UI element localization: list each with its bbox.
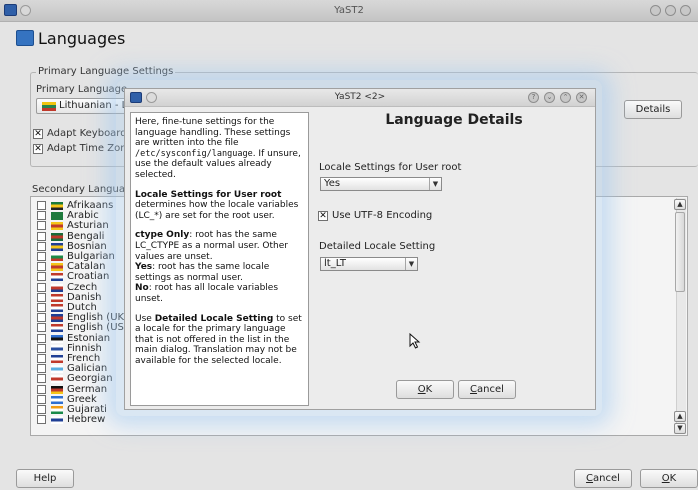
flag-icon — [51, 273, 63, 282]
flag-icon — [51, 406, 63, 414]
flag-icon — [51, 334, 63, 343]
language-checkbox[interactable] — [37, 333, 46, 343]
language-checkbox[interactable] — [37, 231, 46, 241]
help-text: : root has all locale variables unset. — [135, 283, 279, 304]
language-checkbox[interactable] — [37, 415, 46, 425]
locale-root-combo[interactable]: Yes ▼ — [320, 177, 442, 191]
help-window-icon[interactable]: ? — [528, 92, 539, 103]
language-checkbox[interactable] — [37, 394, 46, 404]
help-term: ctype Only — [135, 230, 190, 241]
help-text: Here, fine-tune settings for the languag… — [135, 117, 291, 149]
language-checkbox[interactable] — [37, 241, 46, 251]
dialog-cancel-button[interactable]: Cancel — [458, 380, 516, 399]
help-text: determines how the locale variables (LC_… — [135, 200, 299, 221]
primary-language-label: Primary Language — [36, 84, 128, 95]
flag-icon — [51, 304, 63, 312]
scroll-up-icon[interactable]: ▲ — [674, 199, 686, 210]
help-term: Locale Settings for User root — [135, 189, 282, 200]
flag-icon — [51, 344, 63, 353]
dialog-heading: Language Details — [385, 112, 523, 128]
scroll-up-icon[interactable]: ▲ — [674, 411, 686, 422]
flag-icon — [51, 416, 63, 425]
primary-group-label: Primary Language Settings — [36, 66, 176, 77]
locale-root-value: Yes — [324, 178, 341, 189]
flag-icon — [51, 324, 63, 333]
mouse-pointer-icon — [409, 333, 421, 349]
flag-icon — [51, 385, 63, 394]
window-title: YaST2 — [334, 5, 364, 16]
language-checkbox[interactable] — [37, 252, 46, 261]
flag-icon — [51, 202, 63, 210]
details-button[interactable]: Details — [624, 100, 682, 119]
language-details-dialog: YaST2 <2> ? ⌄ ⌃ ✕ Here, fine-tune settin… — [124, 88, 596, 410]
flag-icon — [51, 293, 63, 302]
help-text: : root has the same locale settings as n… — [135, 262, 270, 283]
language-checkbox[interactable] — [37, 374, 46, 384]
locale-root-label: Locale Settings for User root — [319, 162, 462, 173]
detailed-locale-value: lt_LT — [324, 258, 347, 269]
language-checkbox[interactable] — [37, 211, 46, 221]
flag-icon — [51, 212, 63, 221]
language-checkbox[interactable] — [37, 221, 46, 231]
language-checkbox[interactable] — [37, 292, 46, 302]
dialog-title: YaST2 <2> — [334, 92, 386, 102]
language-checkbox[interactable] — [37, 354, 46, 363]
dialog-ok-button[interactable]: OK — [396, 380, 454, 399]
detailed-locale-label: Detailed Locale Setting — [319, 241, 436, 252]
flag-icon — [51, 314, 63, 323]
flag-icon — [51, 242, 63, 251]
help-text: Use — [135, 313, 155, 324]
flag-icon — [51, 283, 63, 292]
flag-icon — [51, 232, 63, 241]
adapt-timezone-checkbox[interactable]: ✕ — [33, 144, 43, 154]
language-checkbox[interactable] — [37, 303, 46, 312]
language-checkbox[interactable] — [37, 405, 46, 414]
maximize-window-icon[interactable]: ⌃ — [560, 92, 571, 103]
help-term: Yes — [135, 262, 153, 273]
detailed-locale-combo[interactable]: lt_LT ▼ — [320, 257, 418, 271]
lithuania-flag-icon — [42, 102, 56, 111]
help-text-panel: Here, fine-tune settings for the languag… — [130, 112, 309, 406]
ok-button[interactable]: OK — [640, 469, 698, 488]
help-window-icon[interactable] — [650, 5, 661, 16]
help-term: No — [135, 283, 149, 294]
chevron-down-icon: ▼ — [429, 178, 441, 190]
help-button[interactable]: Help — [16, 469, 74, 488]
language-checkbox[interactable] — [37, 282, 46, 292]
scrollbar-thumb[interactable] — [675, 212, 685, 292]
language-checkbox[interactable] — [37, 313, 46, 323]
page-title: Languages — [38, 29, 126, 48]
close-icon[interactable]: ✕ — [576, 92, 587, 103]
minimize-window-icon[interactable] — [665, 5, 676, 16]
chevron-down-icon: ▼ — [405, 258, 417, 270]
adapt-keyboard-checkbox[interactable]: ✕ — [33, 129, 43, 139]
utf8-label: Use UTF-8 Encoding — [332, 210, 433, 221]
language-name: Hebrew — [67, 414, 106, 426]
flag-icon — [51, 263, 63, 272]
language-checkbox[interactable] — [37, 323, 46, 333]
flag-icon — [51, 395, 63, 404]
main-titlebar: YaST2 — [0, 0, 698, 22]
language-checkbox[interactable] — [37, 384, 46, 394]
help-term: Detailed Locale Setting — [154, 313, 274, 324]
flag-icon — [51, 355, 63, 363]
cancel-button[interactable]: Cancel — [574, 469, 632, 488]
utf8-checkbox[interactable]: ✕ — [318, 211, 328, 221]
maximize-window-icon[interactable] — [680, 5, 691, 16]
flag-icon — [51, 375, 63, 384]
language-checkbox[interactable] — [37, 364, 46, 374]
help-file-path: /etc/sysconfig/language — [135, 148, 253, 159]
scroll-down-icon[interactable]: ▼ — [674, 423, 686, 434]
flag-icon — [51, 222, 63, 231]
language-checkbox[interactable] — [37, 272, 46, 282]
list-item[interactable]: Hebrew — [31, 414, 231, 426]
language-checkbox[interactable] — [37, 201, 46, 210]
dialog-titlebar: YaST2 <2> ? ⌄ ⌃ ✕ — [125, 89, 595, 107]
language-checkbox[interactable] — [37, 262, 46, 272]
languages-icon — [16, 30, 34, 46]
minimize-window-icon[interactable]: ⌄ — [544, 92, 555, 103]
language-checkbox[interactable] — [37, 343, 46, 353]
flag-icon — [51, 253, 63, 261]
flag-icon — [51, 365, 63, 374]
